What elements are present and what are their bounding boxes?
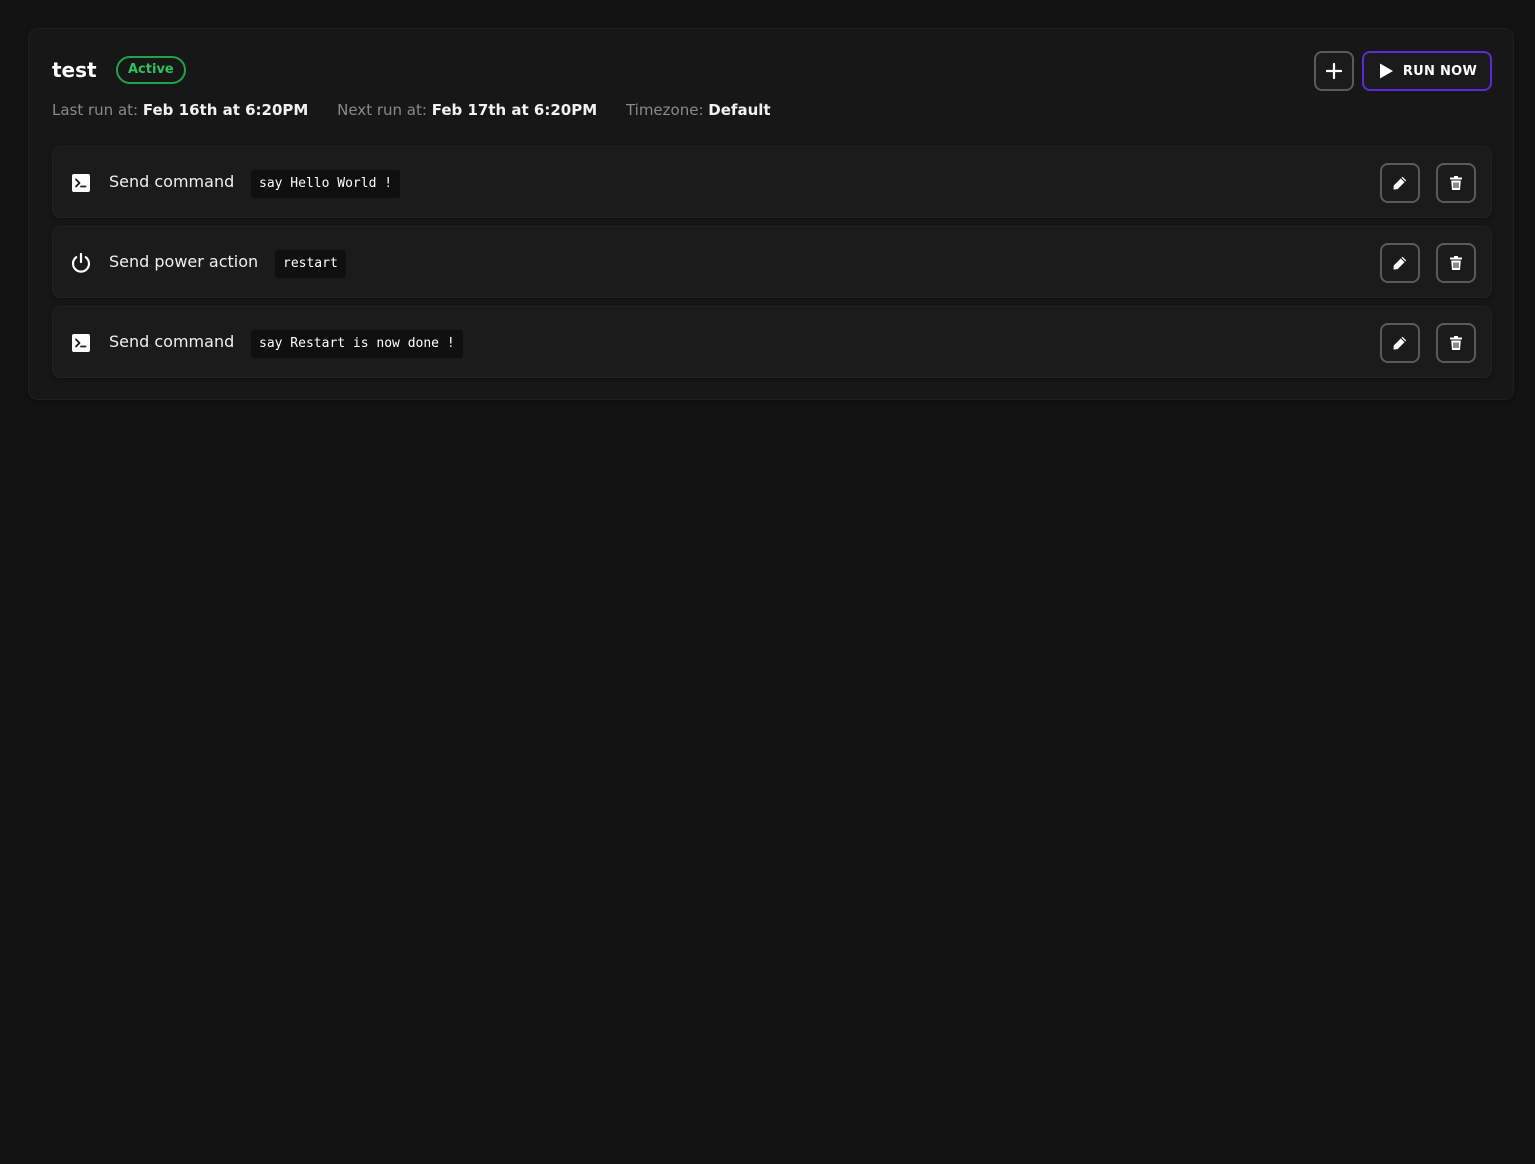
last-run: Last run at: Feb 16th at 6:20PM	[52, 101, 313, 119]
pencil-icon	[1393, 256, 1407, 270]
delete-task-button[interactable]	[1436, 323, 1476, 363]
timezone: Timezone: Default	[626, 101, 771, 119]
task-payload: restart	[275, 250, 346, 278]
task-row: Send command say Restart is now done !	[52, 306, 1492, 378]
task-label: Send power action	[109, 252, 259, 271]
terminal-icon	[69, 331, 93, 355]
run-now-button[interactable]: RUN NOW	[1362, 51, 1492, 91]
timezone-value: Default	[708, 101, 771, 119]
plus-icon	[1325, 62, 1343, 80]
trash-icon	[1450, 256, 1462, 270]
add-task-button[interactable]	[1314, 51, 1354, 91]
edit-task-button[interactable]	[1380, 323, 1420, 363]
schedule-meta: Last run at: Feb 16th at 6:20PM Next run…	[52, 100, 795, 120]
schedule-card: test Active Last run at: Feb 16th at 6:2…	[28, 28, 1514, 400]
next-run-label: Next run at:	[337, 101, 427, 119]
schedule-title: test	[52, 58, 97, 82]
play-icon	[1379, 63, 1393, 79]
task-row: Send power action restart	[52, 226, 1492, 298]
task-label: Send command	[109, 332, 235, 351]
power-icon	[69, 251, 93, 275]
edit-task-button[interactable]	[1380, 243, 1420, 283]
terminal-icon	[69, 171, 93, 195]
pencil-icon	[1393, 336, 1407, 350]
delete-task-button[interactable]	[1436, 163, 1476, 203]
next-run-value: Feb 17th at 6:20PM	[431, 101, 598, 119]
next-run: Next run at: Feb 17th at 6:20PM	[337, 101, 602, 119]
task-row: Send command say Hello World !	[52, 146, 1492, 218]
edit-task-button[interactable]	[1380, 163, 1420, 203]
timezone-label: Timezone:	[625, 101, 704, 119]
pencil-icon	[1393, 176, 1407, 190]
status-badge: Active	[116, 56, 186, 84]
trash-icon	[1450, 336, 1462, 350]
delete-task-button[interactable]	[1436, 243, 1476, 283]
task-payload: say Restart is now done !	[251, 330, 463, 358]
trash-icon	[1450, 176, 1462, 190]
task-label: Send command	[109, 172, 235, 191]
task-payload: say Hello World !	[251, 170, 401, 198]
last-run-label: Last run at:	[52, 101, 139, 119]
last-run-value: Feb 16th at 6:20PM	[142, 101, 309, 119]
run-now-label: RUN NOW	[1402, 63, 1478, 79]
